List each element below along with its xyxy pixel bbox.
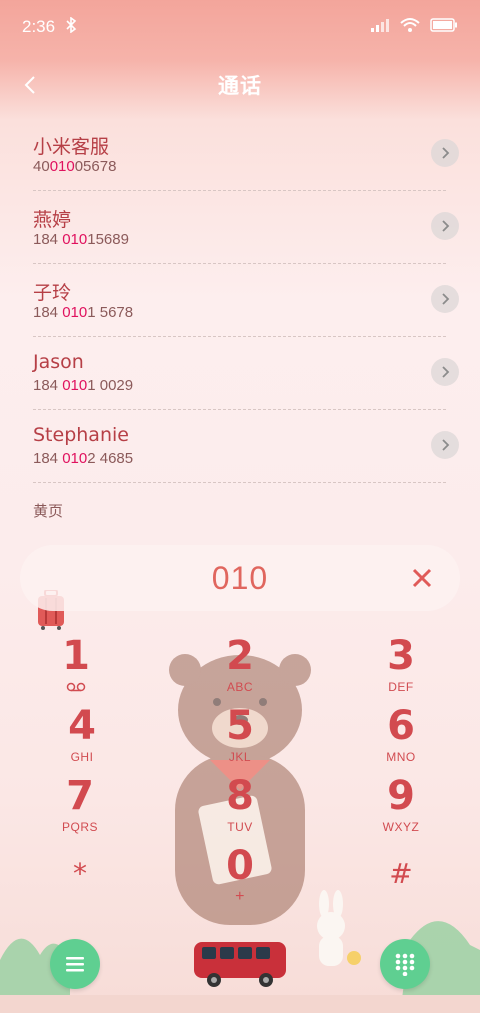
- contact-number: 184 0101 5678: [33, 304, 134, 321]
- key-digit: 8: [226, 773, 254, 819]
- key-digit: 4: [68, 703, 96, 749]
- key-4[interactable]: 4 GHI: [27, 702, 137, 772]
- key-digit: *: [73, 857, 87, 890]
- key-letters: WXYZ: [382, 820, 420, 834]
- dialpad-toggle-button[interactable]: [380, 939, 430, 989]
- contact-number: 184 01015689: [33, 231, 129, 248]
- key-letters: PQRS: [61, 820, 98, 834]
- key-star[interactable]: *: [25, 850, 135, 920]
- key-digit: 9: [387, 773, 415, 819]
- contact-row[interactable]: 子玲 184 0101 5678: [33, 264, 459, 337]
- key-letters: +: [235, 888, 245, 905]
- key-digit: 5: [226, 703, 254, 749]
- key-1[interactable]: 1: [21, 632, 131, 702]
- contact-results-list: 小米客服 4001005678 燕婷 184 01015689 子玲 184 0…: [0, 118, 480, 483]
- key-digit: 1: [62, 633, 90, 679]
- contact-number: 4001005678: [33, 158, 117, 175]
- contact-number: 184 0102 4685: [33, 450, 134, 467]
- wifi-icon: [400, 17, 420, 38]
- header: 通话: [0, 56, 480, 114]
- key-letters: MNO: [386, 750, 416, 764]
- key-7[interactable]: 7 PQRS: [25, 772, 135, 842]
- voicemail-icon: [66, 682, 86, 692]
- dial-input-bar[interactable]: 010: [20, 545, 460, 611]
- key-letters: JKL: [228, 750, 252, 764]
- contact-number: 184 0101 0029: [33, 377, 134, 394]
- key-letters: GHI: [70, 750, 94, 764]
- chevron-right-icon[interactable]: [431, 285, 459, 313]
- key-digit: 2: [226, 633, 254, 679]
- key-digit: 0: [226, 843, 254, 889]
- bus-illustration: [194, 942, 286, 987]
- chevron-right-icon[interactable]: [431, 139, 459, 167]
- menu-icon: [66, 957, 84, 972]
- key-letters: TUV: [227, 820, 253, 834]
- signal-icon: [370, 17, 390, 37]
- key-digit: 6: [387, 703, 415, 749]
- yellow-pages-label[interactable]: 黄页: [33, 500, 63, 521]
- dialpad-icon: [395, 953, 415, 976]
- contact-name: 燕婷: [33, 209, 72, 231]
- bunny-illustration: [317, 890, 361, 966]
- chevron-right-icon[interactable]: [431, 212, 459, 240]
- key-3[interactable]: 3 DEF: [346, 632, 456, 702]
- contact-name: 小米客服: [33, 136, 110, 158]
- key-9[interactable]: 9 WXYZ: [346, 772, 456, 842]
- key-5[interactable]: 5 JKL: [185, 702, 295, 772]
- status-time: 2:36: [22, 17, 56, 36]
- bluetooth-icon: [65, 16, 77, 37]
- contact-row[interactable]: 小米客服 4001005678: [33, 118, 459, 191]
- chevron-right-icon[interactable]: [431, 358, 459, 386]
- key-hash[interactable]: #: [346, 850, 456, 920]
- key-digit: #: [389, 857, 413, 890]
- key-digit: 3: [387, 633, 415, 679]
- chevron-right-icon[interactable]: [431, 431, 459, 459]
- back-icon[interactable]: [16, 70, 46, 100]
- clear-icon[interactable]: [410, 566, 434, 590]
- dialed-number[interactable]: 010: [212, 560, 268, 597]
- battery-icon: [430, 17, 458, 37]
- key-digit: 7: [66, 773, 94, 819]
- key-6[interactable]: 6 MNO: [346, 702, 456, 772]
- contact-name: Stephanie: [33, 424, 129, 446]
- contact-name: Jason: [33, 351, 84, 373]
- key-letters: ABC: [226, 680, 254, 694]
- key-8[interactable]: 8 TUV: [185, 772, 295, 842]
- key-0[interactable]: 0 +: [185, 842, 295, 912]
- page-title: 通话: [218, 74, 262, 98]
- menu-button[interactable]: [50, 939, 100, 989]
- contact-row[interactable]: Stephanie 184 0102 4685: [33, 410, 459, 483]
- contact-row[interactable]: Jason 184 0101 0029: [33, 337, 459, 410]
- key-letters: DEF: [388, 680, 414, 694]
- contact-name: 子玲: [33, 282, 72, 304]
- status-bar: 2:36: [0, 0, 480, 54]
- contact-row[interactable]: 燕婷 184 01015689: [33, 191, 459, 264]
- key-2[interactable]: 2 ABC: [185, 632, 295, 702]
